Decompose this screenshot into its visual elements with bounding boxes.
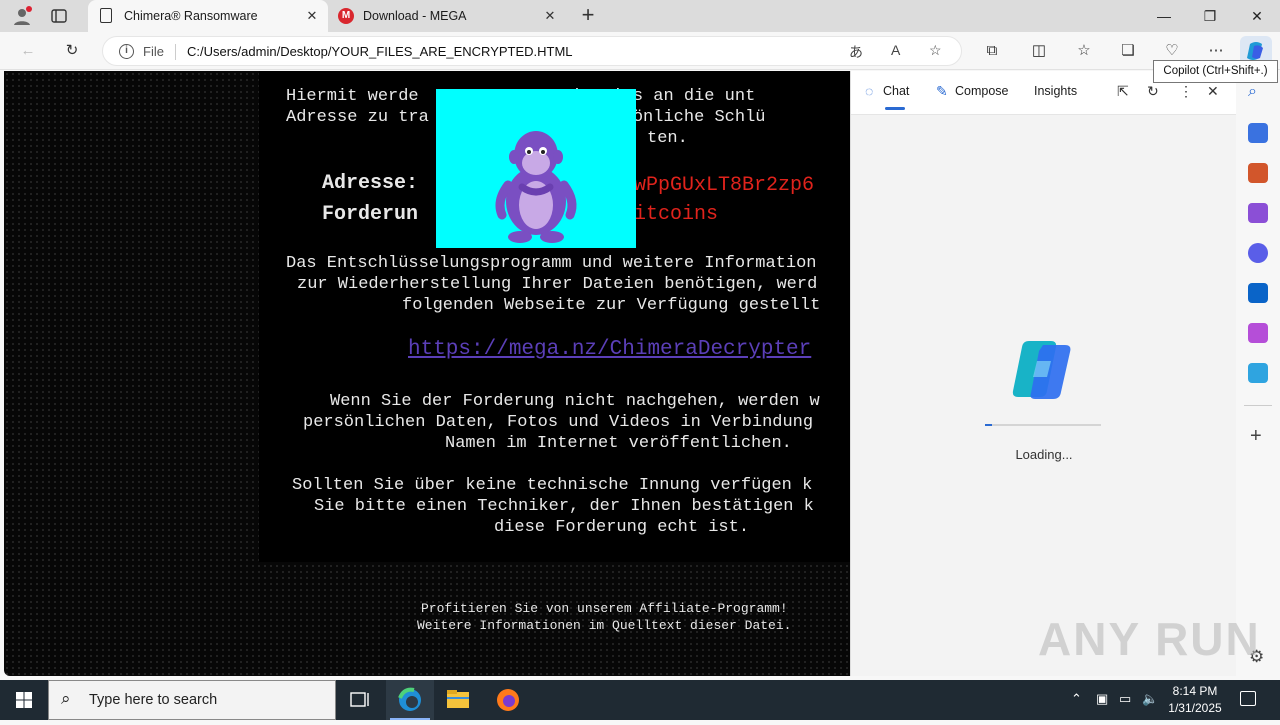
close-tab-icon[interactable]: ✕ (542, 8, 558, 24)
anyrun-watermark: ANY RUN (1038, 613, 1261, 665)
clock-date: 1/31/2025 (1168, 701, 1222, 715)
more-options-icon[interactable]: ⋮ (1179, 83, 1193, 100)
microsoft-365-icon[interactable] (1248, 243, 1268, 263)
clock-time: 8:14 PM (1172, 684, 1218, 698)
restore-button[interactable]: ❐ (1187, 0, 1233, 32)
edge-taskbar-icon[interactable] (386, 680, 434, 720)
read-aloud-icon[interactable]: A (891, 42, 900, 58)
tab-chimera[interactable]: Chimera® Ransomware ✕ (88, 0, 328, 32)
demand-amount: itcoins (634, 203, 719, 226)
chat-icon: ◌ (865, 83, 874, 99)
toolbox-icon[interactable] (1248, 163, 1268, 183)
compose-icon: ✎ (936, 83, 948, 99)
add-icon[interactable]: + (1250, 425, 1262, 448)
favorites-icon[interactable]: ☆ (1072, 39, 1096, 63)
tab-mega[interactable]: M Download - MEGA ✕ (328, 0, 566, 32)
info-icon[interactable]: i (119, 44, 134, 59)
designer-icon[interactable] (1248, 323, 1268, 343)
tag-icon[interactable] (1248, 123, 1268, 143)
firefox-icon[interactable] (484, 680, 532, 720)
tab-title: Chimera® Ransomware (124, 9, 258, 23)
decrypter-link[interactable]: https://mega.nz/ChimeraDecrypter (408, 339, 811, 360)
new-tab-button[interactable]: + (576, 4, 600, 28)
address-label: Adresse: (322, 172, 419, 195)
note-line: persönlichen Daten, Fotos und Videos in … (303, 413, 814, 432)
address-scheme: File (143, 44, 164, 59)
close-tab-icon[interactable]: ✕ (304, 8, 320, 24)
refresh-icon[interactable]: ↻ (60, 39, 84, 63)
open-in-new-icon[interactable]: ⇱ (1117, 83, 1129, 100)
affiliate-line: Weitere Informationen im Quelltext diese… (417, 618, 792, 633)
address-url[interactable]: C:/Users/admin/Desktop/YOUR_FILES_ARE_EN… (187, 44, 573, 59)
note-line: Sie bitte einen Techniker, der Ihnen bes… (314, 497, 814, 516)
tab-insights[interactable]: Insights (1034, 84, 1077, 98)
tab-compose[interactable]: Compose (955, 84, 1009, 98)
bonzi-buddy-image (436, 89, 636, 248)
ransom-page: Hiermit werde Bitcoins an die unt Adress… (4, 71, 850, 676)
file-explorer-icon[interactable] (434, 680, 482, 720)
copilot-tooltip: Copilot (Ctrl+Shift+.) (1153, 60, 1278, 83)
search-icon: ⌕ (61, 689, 71, 708)
loading-progress-fill (985, 424, 992, 426)
task-view-icon[interactable] (336, 680, 384, 720)
tab-title: Download - MEGA (363, 9, 467, 23)
notification-icon[interactable] (1240, 691, 1256, 706)
chevron-up-icon[interactable]: ⌃ (1071, 691, 1082, 707)
back-arrow-icon[interactable]: ← (16, 39, 40, 63)
translate-icon[interactable]: あ (849, 42, 863, 62)
loading-text: Loading... (1015, 447, 1073, 462)
loading-progress-bar (985, 424, 1101, 426)
network-icon[interactable]: ▭ (1119, 691, 1131, 707)
mega-icon: M (338, 8, 354, 24)
note-line: folgenden Webseite zur Verfügung gestell… (402, 296, 821, 315)
note-line: Sollten Sie über keine technische Innung… (292, 476, 813, 495)
tab-strip: Chimera® Ransomware ✕ M Download - MEGA … (0, 0, 1280, 32)
close-window-button[interactable]: ✕ (1234, 0, 1280, 32)
affiliate-line: Profitieren Sie von unserem Affiliate-Pr… (421, 601, 788, 616)
search-placeholder: Type here to search (89, 692, 218, 708)
refresh-icon[interactable]: ↻ (1147, 83, 1159, 100)
tab-actions-icon[interactable] (50, 7, 68, 25)
copilot-sidebar: ◌ Chat ✎ Compose Insights ⇱ ↻ ⋮ ✕ Loadin… (850, 71, 1237, 676)
split-screen-icon[interactable]: ◫ (1027, 39, 1051, 63)
outlook-icon[interactable] (1248, 283, 1268, 303)
note-line: zur Wiederherstellung Ihrer Dateien benö… (297, 275, 818, 294)
profile-icon[interactable] (12, 6, 32, 26)
games-icon[interactable] (1248, 203, 1268, 223)
tab-active-indicator (885, 107, 905, 110)
device-icon[interactable]: ▣ (1096, 691, 1108, 707)
search-icon[interactable]: ⌕ (1248, 83, 1257, 101)
copilot-logo-icon (1007, 335, 1079, 401)
favorite-star-icon[interactable]: ☆ (929, 42, 942, 59)
volume-icon[interactable]: 🔈 (1142, 691, 1158, 707)
note-line: diese Forderung echt ist. (494, 518, 750, 537)
browser-toolbar: ← ↻ i File C:/Users/admin/Desktop/YOUR_F… (0, 32, 1280, 70)
tab-chat[interactable]: Chat (883, 84, 909, 98)
page-icon (100, 8, 112, 23)
note-line: Wenn Sie der Forderung nicht nachgehen, … (330, 392, 820, 411)
address-bar[interactable]: i File C:/Users/admin/Desktop/YOUR_FILES… (102, 36, 962, 66)
divider (175, 44, 176, 60)
send-icon[interactable] (1248, 363, 1268, 383)
divider (1244, 405, 1272, 406)
edge-sidebar: ⌕ + ⚙ (1236, 71, 1280, 680)
taskbar-clock[interactable]: 8:14 PM 1/31/2025 (1164, 683, 1226, 717)
windows-start-icon[interactable] (16, 692, 32, 708)
collections-icon[interactable]: ❏ (1116, 39, 1140, 63)
note-line: Namen im Internet veröffentlichen. (445, 434, 792, 453)
note-line: Das Entschlüsselungsprogramm und weitere… (286, 254, 817, 273)
bitcoin-address: wPpGUxLT8Br2zp6 (634, 174, 815, 197)
minimize-button[interactable]: — (1141, 0, 1187, 32)
extensions-icon[interactable]: ⧉ (980, 39, 1004, 63)
demand-label: Forderun (322, 203, 419, 226)
taskbar-search[interactable]: ⌕ Type here to search (48, 680, 336, 720)
taskbar: ⌕ Type here to search ⌃ ▣ ▭ 🔈 8:14 PM 1/… (0, 680, 1280, 720)
close-icon[interactable]: ✕ (1207, 83, 1219, 100)
